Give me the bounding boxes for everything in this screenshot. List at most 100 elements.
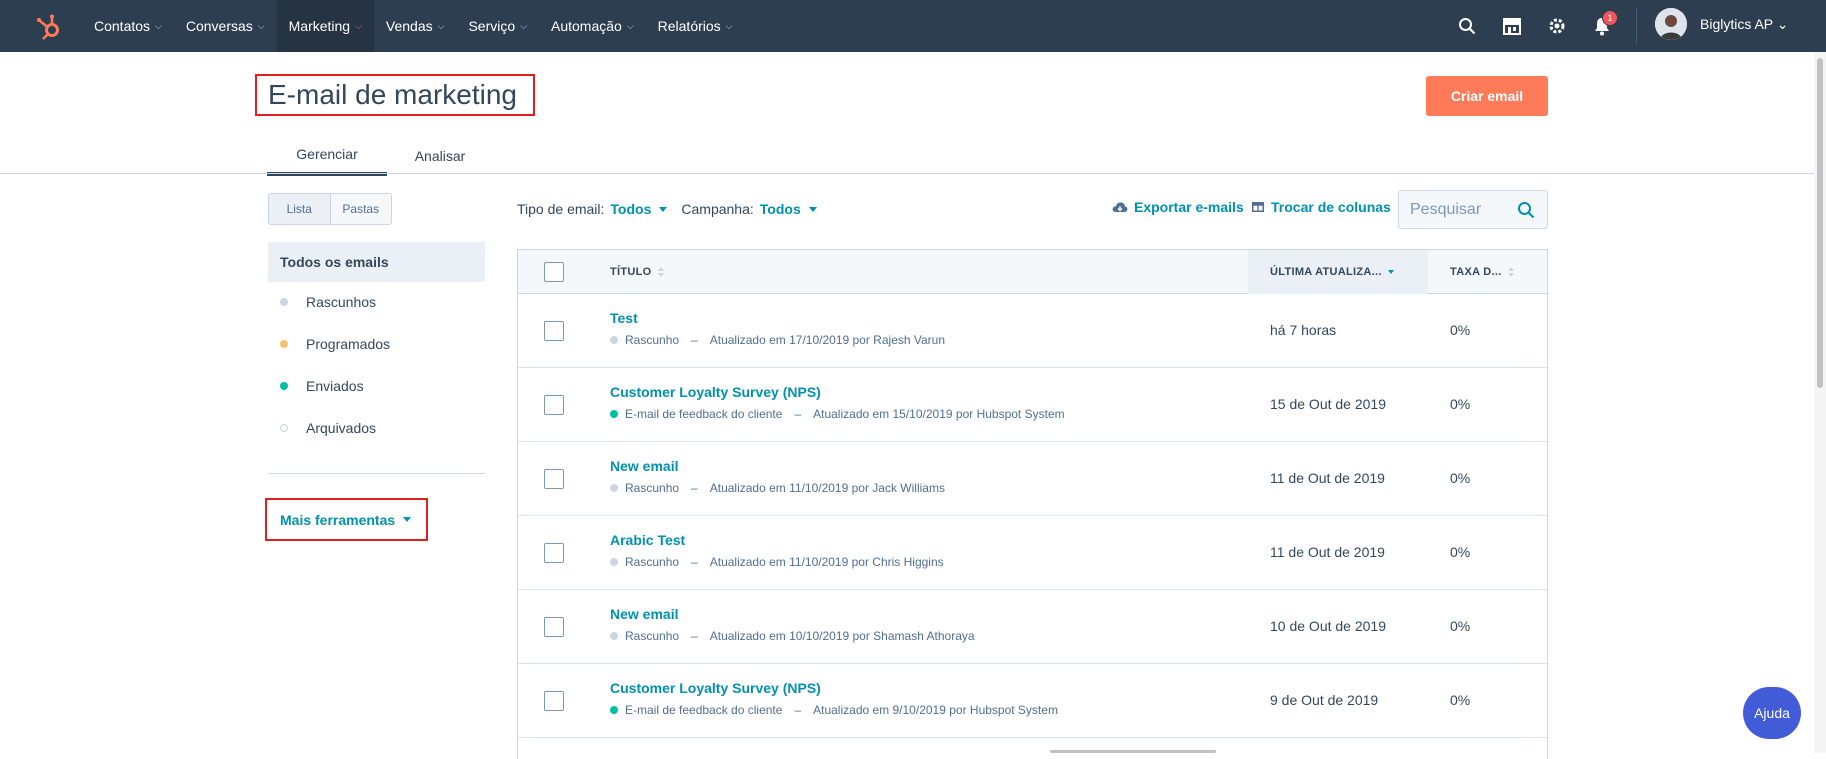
email-meta: E-mail de feedback do cliente – Atualiza… (610, 407, 1065, 421)
table-row[interactable]: New email Rascunho – Atualizado em 11/10… (518, 442, 1547, 516)
sort-icon (657, 266, 664, 278)
campaign-value: Todos (759, 201, 801, 217)
email-detail: Atualizado em 11/10/2019 por Chris Higgi… (709, 555, 944, 569)
tab-analisar[interactable]: Analisar (394, 136, 486, 176)
swap-columns-link[interactable]: Trocar de colunas (1252, 199, 1391, 215)
marketplace-icon[interactable] (1500, 14, 1524, 38)
nav-divider (1636, 8, 1637, 44)
nav-item-vendas[interactable]: Vendas ⌵ (374, 0, 457, 52)
search-input[interactable]: Pesquisar (1398, 190, 1548, 229)
status-dot-icon (280, 340, 288, 348)
status-dot-icon (610, 632, 618, 640)
more-tools-label: Mais ferramentas (280, 511, 396, 528)
email-meta: Rascunho – Atualizado em 11/10/2019 por … (610, 555, 944, 569)
email-detail: Atualizado em 17/10/2019 por Rajesh Varu… (709, 333, 945, 347)
sidebar-item-label: Enviados (306, 378, 364, 394)
email-updated: 10 de Out de 2019 (1270, 618, 1386, 634)
vertical-scrollbar[interactable] (1814, 52, 1826, 753)
status-dot-icon (610, 336, 618, 344)
chevron-down-icon: ⌵ (437, 20, 445, 31)
email-title-link[interactable]: Customer Loyalty Survey (NPS) (610, 680, 821, 696)
export-emails-link[interactable]: Exportar e-mails (1112, 199, 1244, 215)
avatar[interactable] (1655, 8, 1687, 40)
gear-icon[interactable] (1545, 14, 1569, 38)
email-rate: 0% (1450, 692, 1471, 708)
column-header-label: TÍTULO (610, 266, 652, 278)
sidebar-item-programados[interactable]: Programados (280, 332, 480, 356)
row-checkbox[interactable] (544, 691, 564, 711)
row-checkbox[interactable] (544, 617, 564, 637)
email-status: Rascunho (625, 333, 680, 347)
sort-descending-icon (1387, 269, 1394, 275)
table-row[interactable]: Customer Loyalty Survey (NPS) E-mail de … (518, 664, 1547, 738)
nav-item-label: Contatos (94, 18, 151, 34)
search-icon[interactable] (1455, 14, 1479, 38)
column-header-label: TAXA D... (1450, 266, 1502, 278)
table-row[interactable]: Customer Loyalty Survey (NPS) E-mail de … (518, 368, 1547, 442)
page-title: E-mail de marketing (255, 74, 535, 116)
separator: – (794, 407, 802, 421)
create-email-button[interactable]: Criar email (1426, 76, 1548, 116)
row-checkbox[interactable] (544, 543, 564, 563)
email-title-link[interactable]: Test (610, 310, 638, 326)
email-title-link[interactable]: Arabic Test (610, 532, 685, 548)
email-rate: 0% (1450, 396, 1471, 412)
email-title-link[interactable]: New email (610, 606, 678, 622)
email-status: Rascunho (625, 629, 680, 643)
email-detail: Atualizado em 15/10/2019 por Hubspot Sys… (813, 407, 1065, 421)
nav-item-contatos[interactable]: Contatos ⌵ (82, 0, 174, 52)
chevron-down-icon: ⌵ (355, 20, 362, 31)
email-updated: 11 de Out de 2019 (1270, 544, 1385, 560)
email-table: TÍTULO ÚLTIMA ATUALIZA... TAXA D... Test… (517, 249, 1548, 759)
email-type-value: Todos (610, 201, 652, 217)
nav-item-conversas[interactable]: Conversas ⌵ (174, 0, 277, 52)
sidebar-item-rascunhos[interactable]: Rascunhos (280, 290, 480, 314)
nav-item-servico[interactable]: Serviço ⌵ (456, 0, 539, 52)
column-header-rate[interactable]: TAXA D... (1450, 250, 1514, 294)
nav-item-label: Automação (550, 18, 622, 34)
table-row[interactable]: Arabic Test Rascunho – Atualizado em 11/… (518, 516, 1547, 590)
email-updated: há 7 horas (1270, 322, 1337, 338)
select-all-checkbox[interactable] (544, 262, 564, 282)
nav-item-label: Relatórios (657, 18, 721, 34)
status-dot-icon (280, 298, 288, 306)
sidebar-item-enviados[interactable]: Enviados (280, 374, 480, 398)
swap-columns-label: Trocar de colunas (1271, 199, 1391, 215)
campaign-dropdown[interactable]: Todos (760, 201, 817, 217)
email-meta: Rascunho – Atualizado em 17/10/2019 por … (610, 333, 945, 347)
search-icon[interactable] (1517, 201, 1535, 219)
chevron-down-icon: ⌵ (725, 20, 733, 31)
sidebar-item-all-emails[interactable]: Todos os emails (268, 242, 485, 282)
email-title-link[interactable]: Customer Loyalty Survey (NPS) (610, 384, 821, 400)
separator: – (691, 333, 698, 347)
nav-item-automacao[interactable]: Automação ⌵ (539, 0, 646, 52)
column-header-last-updated[interactable]: ÚLTIMA ATUALIZA... (1248, 250, 1428, 294)
row-checkbox[interactable] (544, 469, 564, 489)
folders-view-button[interactable]: Pastas (330, 194, 391, 224)
row-checkbox[interactable] (544, 395, 564, 415)
column-header-title[interactable]: TÍTULO (610, 250, 664, 294)
chevron-down-icon: ⌵ (626, 20, 634, 31)
caret-down-icon (659, 206, 668, 212)
nav-item-marketing[interactable]: Marketing ⌵ (276, 0, 374, 52)
campaign-label: Campanha: (681, 201, 754, 217)
email-detail: Atualizado em 9/10/2019 por Hubspot Syst… (813, 703, 1058, 717)
email-type-label: Tipo de email: (517, 201, 605, 217)
table-row[interactable]: Test Rascunho – Atualizado em 17/10/2019… (518, 294, 1547, 368)
email-title-link[interactable]: New email (610, 458, 678, 474)
nav-item-relatorios[interactable]: Relatórios ⌵ (646, 0, 745, 52)
table-row[interactable]: New email Rascunho – Atualizado em 10/10… (518, 590, 1547, 664)
scrollbar-thumb[interactable] (1817, 58, 1823, 388)
cloud-download-icon (1112, 202, 1128, 212)
tab-gerenciar[interactable]: Gerenciar (267, 136, 387, 176)
help-button[interactable]: Ajuda (1743, 687, 1801, 739)
separator: – (691, 629, 698, 643)
account-menu[interactable]: Biglytics AP ⌄ (1700, 16, 1789, 33)
list-view-button[interactable]: Lista (269, 194, 331, 224)
email-type-dropdown[interactable]: Todos (610, 201, 668, 217)
hubspot-logo-icon[interactable] (34, 12, 64, 42)
nav-item-label: Marketing (288, 18, 351, 34)
sidebar-item-arquivados[interactable]: Arquivados (280, 416, 480, 440)
row-checkbox[interactable] (544, 321, 564, 341)
more-tools-dropdown[interactable]: Mais ferramentas (265, 498, 428, 541)
